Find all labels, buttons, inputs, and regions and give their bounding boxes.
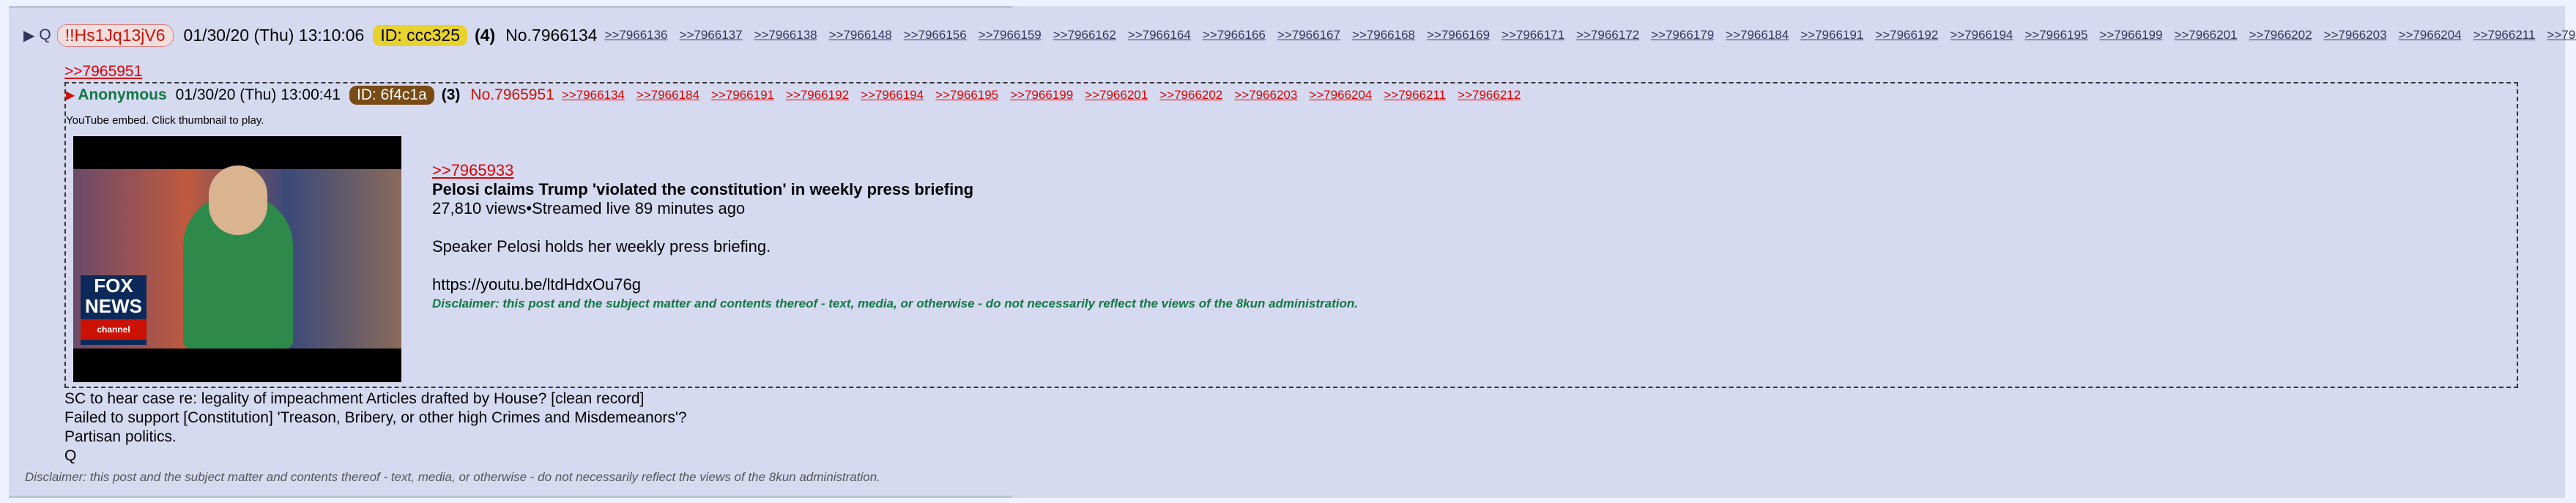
backlink[interactable]: >>7966159 (979, 28, 1042, 42)
backlink[interactable]: >>7966156 (904, 28, 967, 42)
quoted-post-arrow-icon[interactable]: ▶ (66, 88, 75, 103)
quoted-post-header: ▶ Anonymous 01/30/20 (Thu) 13:00:41 ID: … (66, 83, 1532, 107)
poster-name: Anonymous (78, 86, 167, 103)
quoted-post-box: ▶ Anonymous 01/30/20 (Thu) 13:00:41 ID: … (64, 82, 2518, 388)
post-header: ▶ Q !!Hs1Jq13jV6 01/30/20 (Thu) 13:10:06… (23, 22, 2576, 48)
backlink[interactable]: >>7966202 (1159, 88, 1222, 103)
backlink[interactable]: >>7966192 (786, 88, 849, 103)
q-indicator-icon: Q (39, 26, 51, 43)
backlink[interactable]: >>7966166 (1203, 28, 1266, 42)
body-line-2: Failed to support [Constitution] 'Treaso… (64, 409, 687, 426)
thumbnail-person-head (209, 165, 267, 235)
backlink[interactable]: >>7966201 (1085, 88, 1148, 103)
body-line-3: Partisan politics. (64, 428, 177, 445)
quoted-post-count: (3) (441, 86, 461, 103)
backlink[interactable]: >>7966212 (1458, 88, 1521, 103)
backlink[interactable]: >>7966191 (711, 88, 774, 103)
post-datetime: 01/30/20 (Thu) 13:10:06 (183, 25, 365, 45)
backlink[interactable]: >>7966212 (2547, 28, 2576, 42)
footer-disclaimer: Disclaimer: this post and the subject ma… (25, 470, 880, 484)
backlink[interactable]: >>7966211 (1384, 88, 1446, 103)
backlink[interactable]: >>7966204 (2399, 28, 2462, 42)
backlinks-list: >>7966136 >>7966137 >>7966138 >>7966148 >>79… (604, 28, 2576, 42)
backlink[interactable]: >>7966168 (1352, 28, 1415, 42)
backlink[interactable]: >>7966171 (1502, 28, 1564, 42)
backlink[interactable]: >>7966203 (1234, 88, 1297, 103)
quoted-post-number[interactable]: No.7965951 (470, 86, 554, 104)
backlink[interactable]: >>7966199 (2099, 28, 2162, 42)
backlink[interactable]: >>7966179 (1651, 28, 1714, 42)
quoted-poster-id-badge[interactable]: ID: 6f4c1a (349, 86, 434, 105)
video-description: Speaker Pelosi holds her weekly press br… (432, 237, 771, 256)
embed-quote-link[interactable]: >>7965933 (432, 161, 1358, 180)
quoted-backlinks-list: >>7966134 >>7966184 >>7966191 >>7966192 >>79… (562, 88, 1532, 103)
backlink[interactable]: >>7966195 (2024, 28, 2087, 42)
tripcode: !!Hs1Jq13jV6 (56, 23, 174, 47)
quote-link[interactable]: >>7965951 (64, 63, 142, 81)
backlink[interactable]: >>7966164 (1128, 28, 1191, 42)
body-line-4: Q (64, 447, 77, 464)
poster-id-badge[interactable]: ID: ccc325 (373, 24, 467, 46)
backlink[interactable]: >>7966202 (2249, 28, 2312, 42)
fox-news-logo-icon: FOX NEWS channel (81, 275, 146, 345)
backlink[interactable]: >>7966184 (1726, 28, 1789, 42)
backlink[interactable]: >>7966194 (1950, 28, 2013, 42)
backlink[interactable]: >>7966167 (1277, 28, 1340, 42)
backlink[interactable]: >>7966148 (829, 28, 892, 42)
logo-text: FOX NEWS (85, 275, 142, 317)
backlink[interactable]: >>7966195 (935, 88, 998, 103)
embed-text-block: >>7965933 Pelosi claims Trump 'violated … (432, 161, 1358, 313)
video-thumbnail[interactable]: FOX NEWS channel (73, 136, 401, 382)
embed-disclaimer: Disclaimer: this post and the subject ma… (432, 297, 1358, 310)
backlink[interactable]: >>7966194 (861, 88, 924, 103)
backlink[interactable]: >>7966203 (2324, 28, 2387, 42)
top-divider (9, 6, 1012, 8)
backlink[interactable]: >>7966134 (562, 88, 625, 103)
logo-channel-text: channel (81, 319, 146, 340)
backlink[interactable]: >>7966201 (2174, 28, 2237, 42)
backlink[interactable]: >>7966169 (1427, 28, 1490, 42)
post-number[interactable]: No.7966134 (505, 26, 597, 45)
post-container: ▶ Q !!Hs1Jq13jV6 01/30/20 (Thu) 13:10:06… (9, 6, 2576, 498)
backlink[interactable]: >>7966204 (1309, 88, 1372, 103)
backlink[interactable]: >>7966211 (2473, 28, 2536, 42)
backlink[interactable]: >>7966199 (1010, 88, 1073, 103)
backlink[interactable]: >>7966184 (636, 88, 699, 103)
backlink[interactable]: >>7966136 (604, 28, 667, 42)
post-count: (4) (475, 25, 496, 45)
video-title: Pelosi claims Trump 'violated the consti… (432, 180, 974, 198)
quoted-post-datetime: 01/30/20 (Thu) 13:00:41 (175, 86, 341, 103)
video-url[interactable]: https://youtu.be/ltdHdxOu76g (432, 275, 1358, 294)
backlink[interactable]: >>7966137 (680, 28, 743, 42)
backlink[interactable]: >>7966162 (1053, 28, 1116, 42)
body-line-1: SC to hear case re: legality of impeachm… (64, 390, 645, 407)
video-meta: 27,810 views•Streamed live 89 minutes ag… (432, 199, 746, 217)
backlink[interactable]: >>7966191 (1800, 28, 1863, 42)
backlink[interactable]: >>7966172 (1576, 28, 1639, 42)
backlink[interactable]: >>7966138 (754, 28, 817, 42)
backlink[interactable]: >>7966192 (1875, 28, 1938, 42)
post-menu-arrow-icon[interactable]: ▶ (23, 26, 34, 45)
post-body: SC to hear case re: legality of impeachm… (64, 390, 687, 466)
youtube-embed-note: YouTube embed. Click thumbnail to play. (66, 114, 264, 127)
bottom-divider (9, 496, 1012, 498)
